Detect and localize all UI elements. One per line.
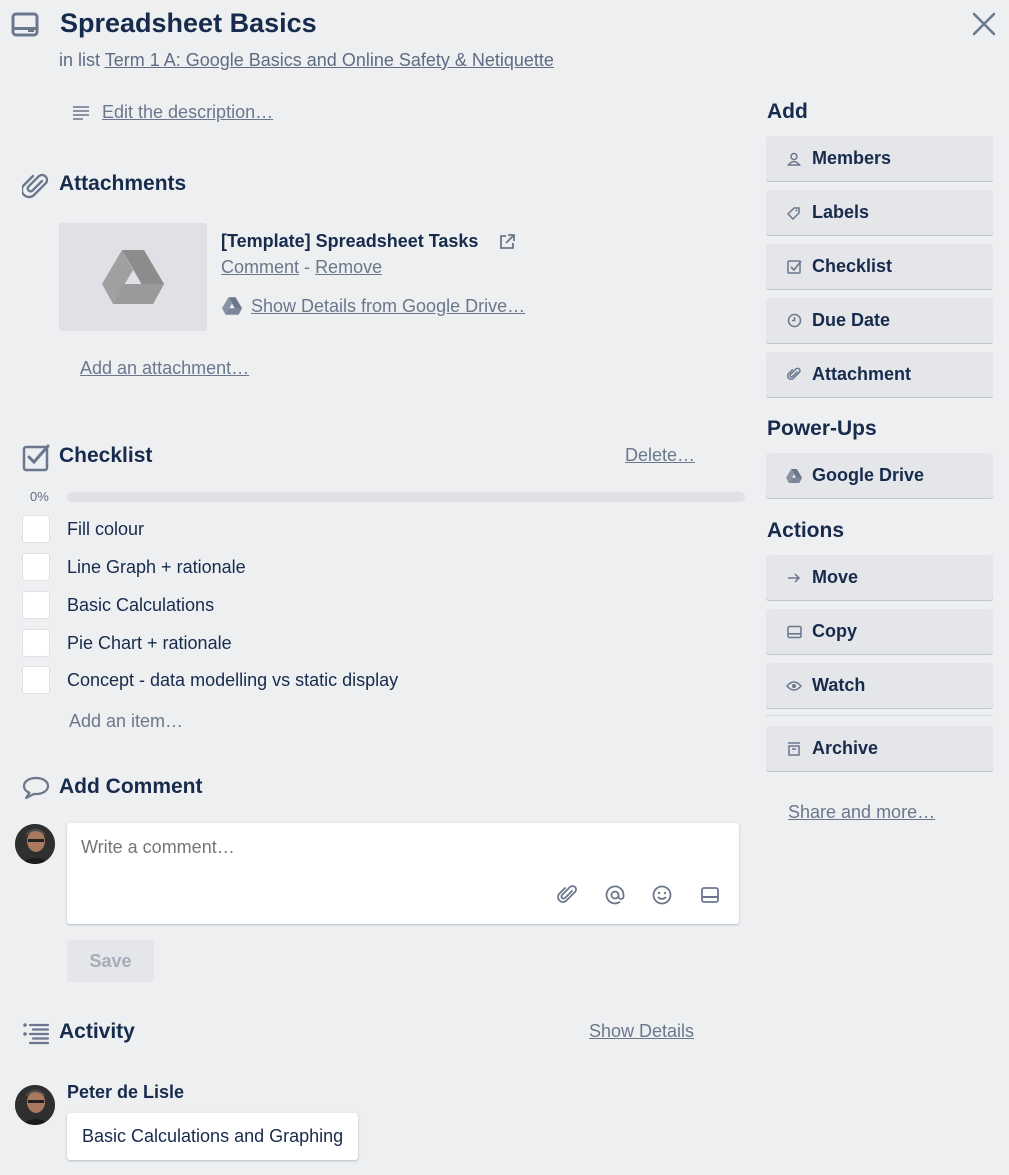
labels-button-label: Labels	[812, 202, 870, 222]
card-icon[interactable]	[699, 884, 721, 906]
person-icon	[786, 151, 802, 167]
checklist-item[interactable]: Line Graph + rationale	[22, 553, 246, 581]
clock-icon	[786, 313, 802, 329]
checklist-item-text[interactable]: Concept - data modelling vs static displ…	[67, 670, 398, 691]
activity-user-name[interactable]: Peter de Lisle	[67, 1082, 184, 1103]
paperclip-icon	[786, 367, 802, 383]
attachment-comment-link[interactable]: Comment	[221, 257, 299, 277]
eye-icon	[786, 678, 802, 694]
archive-icon	[786, 741, 802, 757]
activity-heading: Activity	[59, 1020, 135, 1043]
arrow-right-icon	[786, 570, 802, 586]
attachment-thumbnail[interactable]	[59, 223, 207, 331]
activity-icon	[22, 1021, 50, 1052]
checklist-icon	[22, 443, 51, 477]
show-drive-details-link[interactable]: Show Details from Google Drive…	[251, 296, 525, 317]
move-button-label: Move	[812, 567, 859, 587]
checklist-item[interactable]: Basic Calculations	[22, 591, 214, 619]
edit-description-link[interactable]: Edit the description…	[102, 102, 273, 123]
checklist-item-text[interactable]: Basic Calculations	[67, 595, 214, 616]
list-name-link[interactable]: Term 1 A: Google Basics and Online Safet…	[105, 50, 554, 70]
checklist-item-text[interactable]: Line Graph + rationale	[67, 557, 246, 578]
list-breadcrumb: in list Term 1 A: Google Basics and Onli…	[59, 50, 554, 71]
paperclip-icon[interactable]	[557, 884, 579, 906]
checklist-item-text[interactable]: Fill colour	[67, 519, 144, 540]
move-button[interactable]: Move	[766, 555, 993, 600]
save-comment-button[interactable]: Save	[67, 940, 154, 982]
activity-comment-bubble: Basic Calculations and Graphing	[67, 1113, 359, 1160]
checklist-item[interactable]: Pie Chart + rationale	[22, 629, 232, 657]
checklist-button-label: Checklist	[812, 256, 893, 276]
due-date-button-label: Due Date	[812, 310, 891, 330]
external-link-icon[interactable]	[498, 233, 516, 256]
members-button[interactable]: Members	[766, 136, 993, 181]
description-icon	[72, 104, 90, 127]
checklist-checkbox[interactable]	[22, 591, 50, 619]
delete-checklist-link[interactable]: Delete…	[625, 445, 695, 466]
archive-button-label: Archive	[812, 738, 879, 758]
add-attachment-link[interactable]: Add an attachment…	[80, 358, 249, 379]
paperclip-icon	[20, 172, 50, 205]
google-drive-icon	[102, 250, 164, 304]
in-list-prefix: in list	[59, 50, 101, 70]
checklist-checkbox[interactable]	[22, 515, 50, 543]
checklist-checkbox[interactable]	[22, 666, 50, 694]
checklist-item-text[interactable]: Pie Chart + rationale	[67, 633, 232, 654]
comment-box[interactable]	[67, 823, 739, 924]
watch-button[interactable]: Watch	[766, 663, 993, 708]
add-heading: Add	[767, 100, 808, 123]
attachment-actions: Comment - Remove	[221, 257, 382, 278]
google-drive-icon	[786, 468, 802, 484]
attachment-name-link[interactable]: [Template] Spreadsheet Tasks	[221, 231, 478, 252]
attachment-button-label: Attachment	[812, 364, 912, 384]
google-drive-button[interactable]: Google Drive	[766, 453, 993, 498]
checklist-heading[interactable]: Checklist	[59, 444, 152, 468]
google-drive-icon	[222, 297, 242, 320]
show-details-link[interactable]: Show Details	[589, 1021, 694, 1042]
archive-button[interactable]: Archive	[766, 726, 993, 771]
checklist-progress-percent: 0%	[30, 489, 49, 504]
card-title[interactable]: Spreadsheet Basics	[60, 8, 317, 39]
avatar[interactable]	[15, 1085, 55, 1125]
separator: -	[304, 257, 311, 277]
emoji-icon[interactable]	[651, 884, 673, 906]
checklist-progress-bar	[67, 492, 745, 502]
avatar[interactable]	[15, 824, 55, 864]
share-and-more-link[interactable]: Share and more…	[788, 802, 935, 823]
due-date-button[interactable]: Due Date	[766, 298, 993, 343]
at-mention-icon[interactable]	[604, 884, 626, 906]
card-icon	[786, 624, 802, 640]
close-icon[interactable]	[970, 10, 998, 38]
add-checklist-item-button[interactable]: Add an item…	[69, 711, 183, 732]
comment-input[interactable]	[81, 837, 681, 858]
tag-icon	[786, 205, 802, 221]
sidebar-divider	[766, 715, 993, 716]
card-icon	[11, 11, 39, 39]
checklist-item[interactable]: Fill colour	[22, 515, 144, 543]
attachment-button[interactable]: Attachment	[766, 352, 993, 397]
copy-button[interactable]: Copy	[766, 609, 993, 654]
members-button-label: Members	[812, 148, 892, 168]
actions-heading: Actions	[767, 519, 845, 542]
labels-button[interactable]: Labels	[766, 190, 993, 235]
google-drive-button-label: Google Drive	[812, 465, 925, 485]
attachment-remove-link[interactable]: Remove	[315, 257, 382, 277]
checkbox-icon	[786, 259, 802, 275]
power-ups-heading: Power-Ups	[767, 417, 877, 440]
add-comment-heading: Add Comment	[59, 775, 203, 798]
checklist-button[interactable]: Checklist	[766, 244, 993, 289]
checklist-checkbox[interactable]	[22, 553, 50, 581]
checklist-item[interactable]: Concept - data modelling vs static displ…	[22, 666, 398, 694]
watch-button-label: Watch	[812, 675, 866, 695]
copy-button-label: Copy	[812, 621, 857, 641]
checklist-checkbox[interactable]	[22, 629, 50, 657]
attachments-heading: Attachments	[59, 172, 187, 195]
comment-icon	[22, 776, 50, 805]
